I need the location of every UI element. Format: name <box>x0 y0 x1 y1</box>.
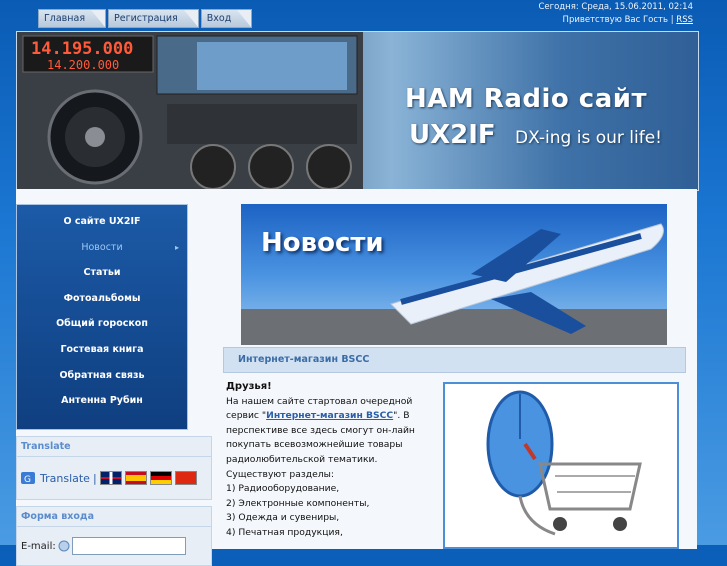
nav-tab-label: Вход <box>206 13 232 24</box>
news-banner: Новости <box>241 204 667 345</box>
translate-icon: G <box>21 472 35 485</box>
article-title[interactable]: Интернет-магазин BSCC <box>238 354 369 365</box>
mouse-cart-illustration <box>445 384 677 547</box>
nav-tab-home[interactable]: Главная <box>38 9 107 28</box>
login-title: Форма входа <box>17 507 211 527</box>
svg-text:G: G <box>24 475 31 485</box>
email-label: E-mail: <box>21 540 56 552</box>
site-callsign: UX2IF <box>409 120 496 150</box>
freq-main: 14.195.000 <box>31 39 133 59</box>
menu-item-articles[interactable]: Статьи <box>17 260 187 286</box>
list-item: 1) Радиооборудование, <box>226 483 340 495</box>
menu-item-horoscope[interactable]: Общий гороскоп <box>17 311 187 337</box>
openid-icon <box>58 540 70 552</box>
nav-tab-register[interactable]: Регистрация <box>108 9 199 28</box>
list-item: 3) Одежда и сувениры, <box>226 512 340 524</box>
article-title-bar: Интернет-магазин BSCC <box>223 347 686 373</box>
nav-tab-label: Главная <box>44 13 86 24</box>
email-field[interactable] <box>71 537 186 555</box>
email-row: E-mail: <box>17 527 211 565</box>
header-banner: 14.195.000 14.200.000 HAM Radio сайт UX2… <box>16 31 699 191</box>
news-banner-title: Новости <box>261 228 384 258</box>
translate-title: Translate <box>17 437 211 457</box>
translate-link[interactable]: Translate <box>40 472 90 485</box>
translate-box: Translate G Translate | <box>16 436 212 500</box>
top-nav: Главная Регистрация Вход <box>38 9 253 28</box>
site-slogan: DX-ing is our life! <box>515 128 662 148</box>
menu-item-label: Новости <box>81 241 123 253</box>
login-box: Форма входа E-mail: <box>16 506 212 566</box>
freq-sub: 14.200.000 <box>47 58 119 72</box>
menu-item-feedback[interactable]: Обратная связь <box>17 363 187 389</box>
separator: | <box>92 471 97 485</box>
sidebar: О сайте UX2IF Новости ▸ Статьи Фотоальбом… <box>16 204 212 566</box>
separator: | <box>670 15 674 25</box>
chevron-right-icon: ▸ <box>174 242 179 252</box>
article-text: Существуют разделы: <box>226 468 334 480</box>
site-title: HAM Radio сайт <box>405 84 648 114</box>
top-info: Сегодня: Среда, 15.06.2011, 02:14 Привет… <box>538 1 693 27</box>
menu-item-guestbook[interactable]: Гостевая книга <box>17 337 187 363</box>
tab-corner <box>237 10 252 27</box>
nav-tab-login[interactable]: Вход <box>200 9 253 28</box>
radio-transceiver-image: 14.195.000 14.200.000 <box>17 32 363 190</box>
date-text: Сегодня: Среда, 15.06.2011, 02:14 <box>538 2 693 12</box>
main-menu: О сайте UX2IF Новости ▸ Статьи Фотоальбом… <box>16 204 188 430</box>
spain-flag-icon[interactable] <box>124 471 147 485</box>
greeting-line: Приветствую Вас Гость | RSS <box>538 14 693 27</box>
menu-item-news[interactable]: Новости ▸ <box>17 235 187 261</box>
menu-item-about[interactable]: О сайте UX2IF <box>17 209 187 235</box>
translate-row: G Translate | <box>17 457 211 499</box>
greeting-text: Приветствую Вас Гость <box>562 15 669 25</box>
menu-item-photo-albums[interactable]: Фотоальбомы <box>17 286 187 312</box>
list-item: 4) Печатная продукция, <box>226 526 343 538</box>
article-body: Друзья! На нашем сайте стартовал очередн… <box>226 380 436 541</box>
airplane-image <box>241 223 667 345</box>
shopping-cart-image <box>443 382 679 549</box>
uk-flag-icon[interactable] <box>99 471 122 485</box>
list-item: 2) Электронные компоненты, <box>226 497 370 509</box>
rss-link[interactable]: RSS <box>676 15 693 25</box>
tab-corner <box>183 10 198 27</box>
menu-item-antenna-rubin[interactable]: Антенна Рубин <box>17 388 187 414</box>
nav-tab-label: Регистрация <box>114 13 178 24</box>
shop-link[interactable]: Интернет-магазин BSCC <box>266 410 393 421</box>
article-greeting: Друзья! <box>226 381 272 392</box>
tab-corner <box>91 10 106 27</box>
china-flag-icon[interactable] <box>174 471 197 485</box>
germany-flag-icon[interactable] <box>149 471 172 485</box>
